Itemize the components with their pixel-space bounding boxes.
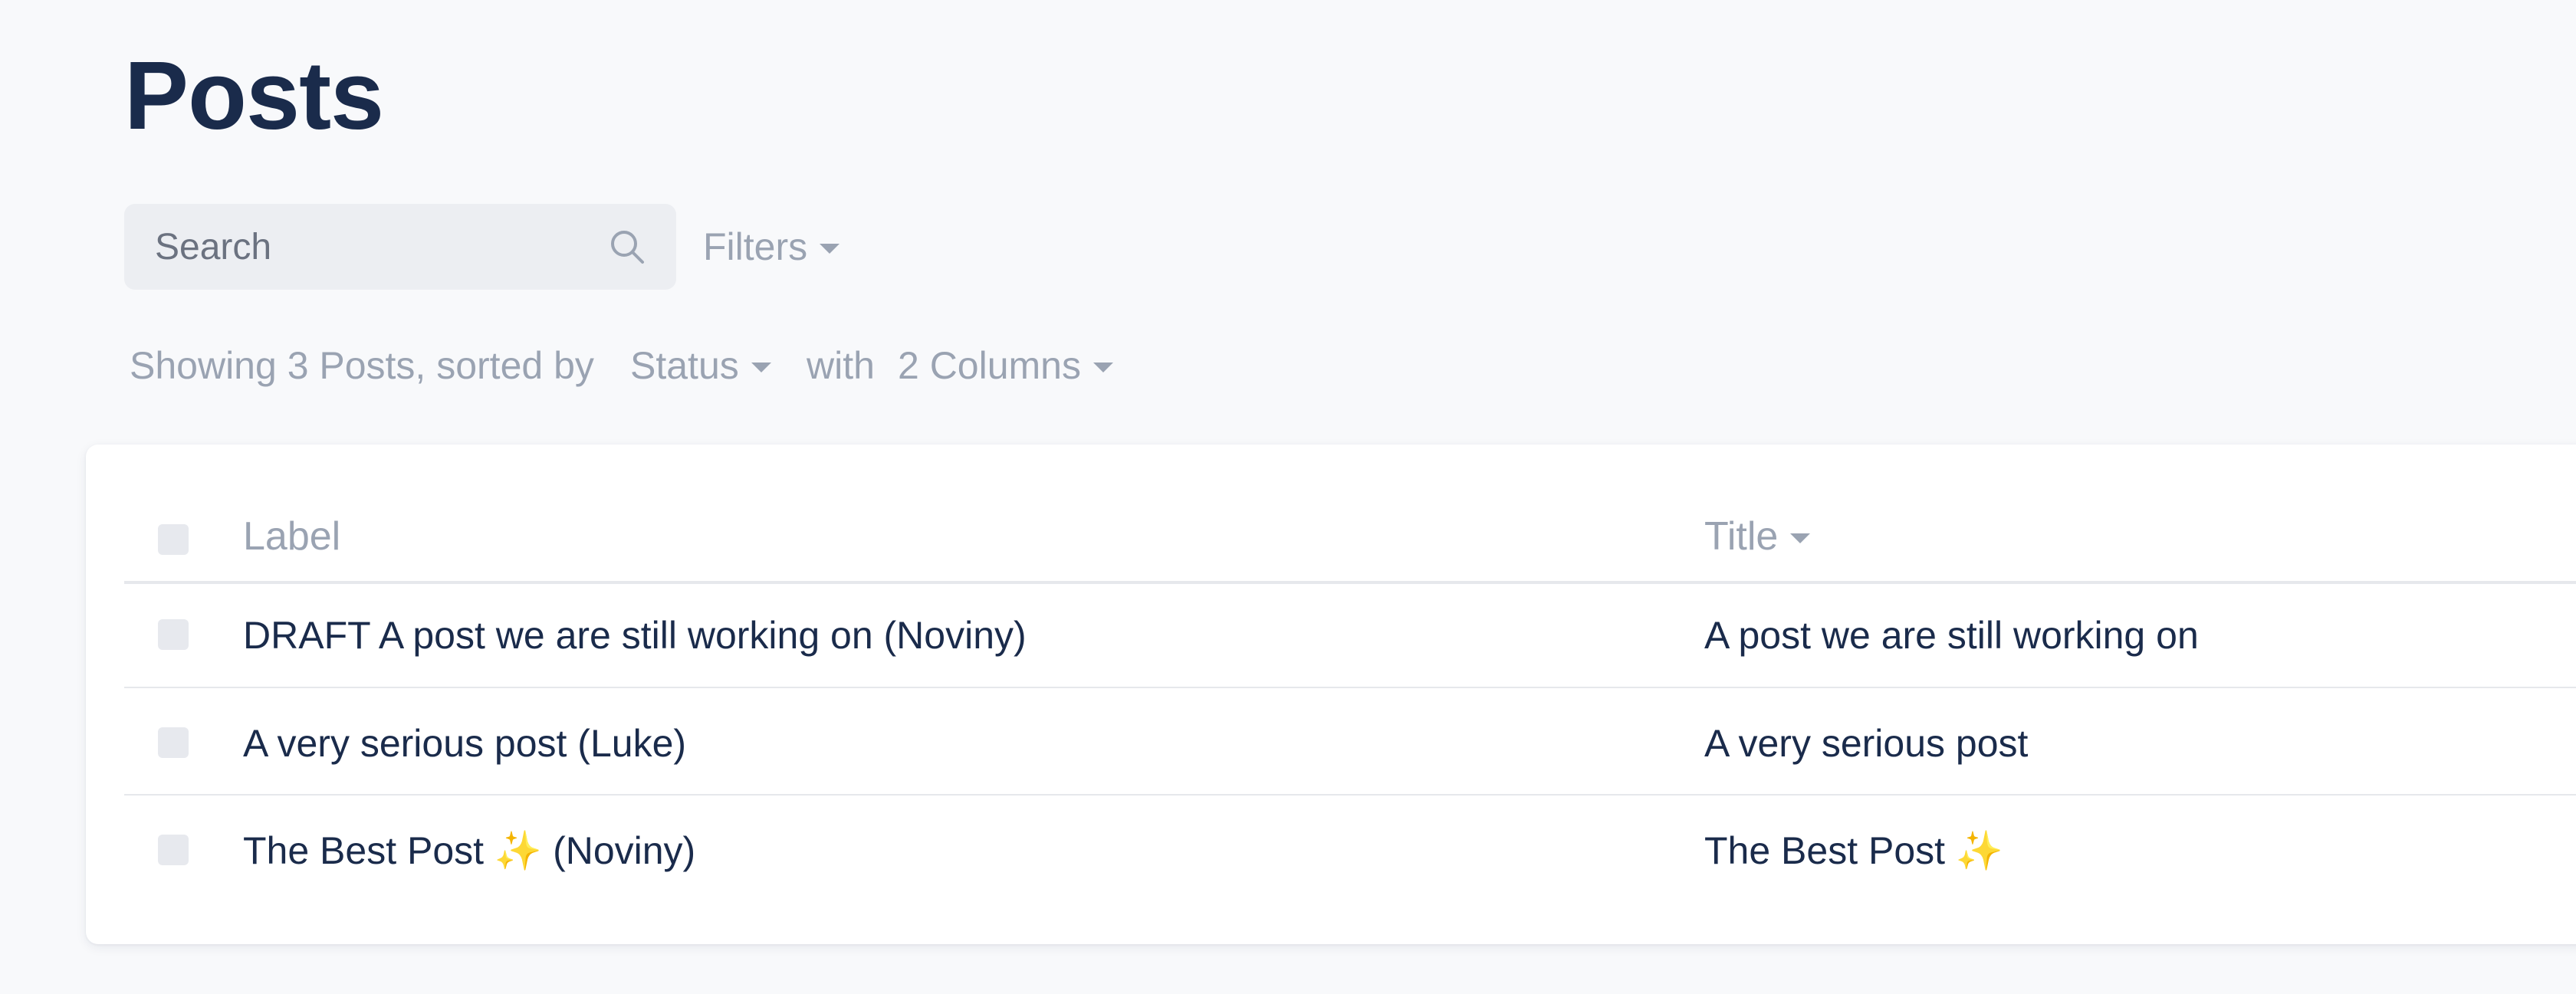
- row-checkbox[interactable]: [158, 727, 189, 758]
- select-all-checkbox[interactable]: [158, 524, 189, 555]
- search-icon[interactable]: [607, 227, 647, 267]
- sort-field-button[interactable]: Status: [630, 335, 771, 396]
- columns-label: 2 Columns: [898, 344, 1081, 387]
- row-checkbox[interactable]: [158, 835, 189, 865]
- page-title: Posts: [124, 41, 384, 149]
- chevron-down-icon: [1790, 533, 1811, 543]
- sort-field-label: Status: [630, 344, 739, 387]
- table-cell-title: A very serious post: [1704, 722, 2029, 765]
- search-input[interactable]: [155, 204, 584, 290]
- row-divider: [124, 794, 2576, 796]
- chevron-down-icon: [751, 362, 771, 372]
- chevron-down-icon: [1093, 362, 1113, 372]
- table-cell-title: A post we are still working on: [1704, 614, 2199, 657]
- filters-label: Filters: [703, 225, 808, 268]
- table-cell-title: The Best Post ✨: [1704, 828, 2004, 872]
- row-divider: [124, 687, 2576, 688]
- table-cell-label[interactable]: DRAFT A post we are still working on (No…: [243, 605, 1027, 666]
- column-header-title-label: Title: [1704, 514, 1779, 559]
- columns-button[interactable]: 2 Columns: [898, 335, 1113, 396]
- filters-button[interactable]: Filters: [703, 216, 840, 277]
- header-divider: [124, 581, 2576, 584]
- table-cell-label[interactable]: The Best Post ✨ (Noviny): [243, 820, 695, 881]
- with-label: with: [807, 344, 875, 387]
- table-cell-label[interactable]: A very serious post (Luke): [243, 713, 686, 774]
- column-header-label[interactable]: Label: [243, 506, 340, 567]
- results-summary: Showing 3 Posts, sorted by: [130, 344, 594, 387]
- chevron-down-icon: [820, 243, 840, 254]
- search-box[interactable]: [124, 204, 676, 290]
- column-header-title[interactable]: Title: [1704, 506, 1811, 567]
- row-checkbox[interactable]: [158, 619, 189, 650]
